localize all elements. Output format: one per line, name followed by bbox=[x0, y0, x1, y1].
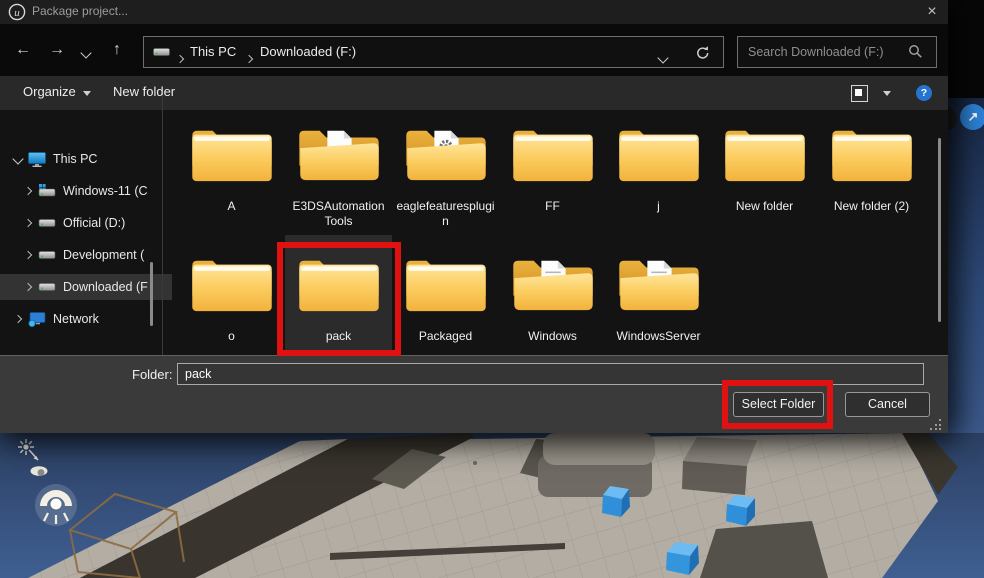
folder-item-o[interactable]: o bbox=[178, 235, 285, 352]
folder-item-new-folder-2[interactable]: New folder (2) bbox=[818, 105, 925, 222]
windows-drive-icon bbox=[38, 184, 56, 198]
forward-button[interactable]: → bbox=[46, 38, 68, 62]
folder-label: E3DSAutomation Tools bbox=[285, 199, 392, 237]
refresh-icon[interactable] bbox=[694, 44, 712, 62]
cancel-button[interactable]: Cancel bbox=[845, 392, 930, 417]
pane-divider bbox=[162, 95, 163, 355]
folder-item-a[interactable]: A bbox=[178, 105, 285, 222]
navigation-bar: ← → ↑ This PC Downloaded (F:) bbox=[0, 24, 948, 76]
organize-button[interactable]: Organize bbox=[23, 84, 91, 99]
chevron-down-icon[interactable] bbox=[12, 155, 24, 163]
files-scrollbar[interactable] bbox=[938, 138, 941, 322]
drive-icon bbox=[38, 248, 56, 262]
skylight-sprite-icon[interactable] bbox=[35, 484, 77, 526]
folder-label: Windows bbox=[499, 329, 606, 352]
folder-field-label: Folder: bbox=[132, 367, 172, 382]
network-icon bbox=[28, 312, 46, 327]
sidebar-item-official-d[interactable]: Official (D:) bbox=[0, 210, 182, 236]
box2-front bbox=[682, 461, 747, 495]
breadcrumb-chevron-icon bbox=[177, 49, 183, 67]
screen: ↗ bbox=[0, 0, 984, 578]
folder-item-new-folder[interactable]: New folder bbox=[711, 105, 818, 222]
breadcrumb-chevron-icon bbox=[246, 49, 252, 67]
chevron-right-icon[interactable] bbox=[22, 252, 34, 258]
annotation-box-select-folder bbox=[722, 380, 833, 429]
breadcrumb-downloaded-f[interactable]: Downloaded (F:) bbox=[260, 44, 356, 59]
this-pc-icon bbox=[28, 152, 46, 167]
folder-item-j[interactable]: j bbox=[605, 105, 712, 222]
help-button[interactable]: ? bbox=[916, 85, 932, 101]
sidebar-item-network[interactable]: Network bbox=[0, 306, 172, 332]
back-button[interactable]: ← bbox=[12, 38, 34, 62]
sidebar-item-this-pc[interactable]: This PC bbox=[0, 146, 172, 172]
close-button[interactable]: × bbox=[920, 2, 944, 22]
folder-item-eaglefeaturesplugin[interactable]: eaglefeaturesplugin bbox=[392, 105, 499, 237]
sidebar-scrollbar[interactable] bbox=[150, 262, 153, 326]
organize-caret-icon bbox=[83, 91, 91, 96]
view-dropdown-caret-icon[interactable] bbox=[883, 91, 891, 96]
chevron-right-icon[interactable] bbox=[22, 188, 34, 194]
folder-item-ff[interactable]: FF bbox=[499, 105, 606, 222]
folder-label: Packaged bbox=[392, 329, 499, 352]
rounded-box-top bbox=[543, 433, 655, 465]
new-folder-button[interactable]: New folder bbox=[113, 84, 175, 99]
up-button[interactable]: ↑ bbox=[106, 38, 128, 62]
unreal-viewport-scene bbox=[0, 433, 984, 578]
breadcrumb-this-pc[interactable]: This PC bbox=[190, 44, 236, 59]
dialog-title: Package project... bbox=[32, 4, 128, 18]
folder-label: WindowsServer bbox=[605, 329, 712, 352]
folder-label: New folder (2) bbox=[818, 199, 925, 222]
drive-icon bbox=[38, 280, 56, 294]
resize-grip[interactable] bbox=[930, 419, 942, 431]
folder-label: j bbox=[605, 199, 712, 222]
address-dropdown-chevron[interactable] bbox=[659, 49, 667, 67]
view-mode-icon[interactable] bbox=[851, 85, 868, 102]
drive-icon bbox=[38, 216, 56, 230]
pebble bbox=[473, 461, 477, 465]
folder-item-packaged[interactable]: Packaged bbox=[392, 235, 499, 352]
chevron-right-icon[interactable] bbox=[22, 284, 34, 290]
folder-label: New folder bbox=[711, 199, 818, 222]
folder-item-windowsserver[interactable]: WindowsServer bbox=[605, 235, 712, 352]
folder-label: o bbox=[178, 329, 285, 352]
dialog-titlebar[interactable]: u Package project... × bbox=[0, 0, 948, 24]
sidebar-item-development[interactable]: Development ( bbox=[0, 242, 182, 268]
drive-icon bbox=[153, 45, 170, 58]
search-icon[interactable] bbox=[908, 44, 923, 59]
sidebar-item-downloaded[interactable]: Downloaded (F bbox=[0, 274, 172, 300]
folder-item-e3dsautomation-tools[interactable]: E3DSAutomation Tools bbox=[285, 105, 392, 237]
unreal-logo-icon: u bbox=[8, 3, 26, 21]
search-input[interactable] bbox=[746, 38, 906, 66]
dialog-body: This PC Windows-11 (C Official ( bbox=[0, 110, 948, 355]
address-bar[interactable]: This PC Downloaded (F:) bbox=[143, 36, 724, 68]
recent-locations-chevron[interactable] bbox=[82, 44, 90, 62]
chevron-right-icon[interactable] bbox=[22, 220, 34, 226]
folder-label: FF bbox=[499, 199, 606, 222]
folder-label: A bbox=[178, 199, 285, 222]
dark-platform bbox=[700, 521, 828, 578]
svg-text:u: u bbox=[14, 7, 20, 19]
file-dialog: u Package project... × ← → ↑ This PC Dow… bbox=[0, 0, 948, 433]
folder-item-windows[interactable]: Windows bbox=[499, 235, 606, 352]
expand-viewport-button[interactable]: ↗ bbox=[960, 104, 984, 130]
annotation-box-pack-folder bbox=[277, 242, 401, 356]
sidebar-item-windows-11[interactable]: Windows-11 (C bbox=[0, 178, 182, 204]
folder-label: eaglefeaturesplugin bbox=[392, 199, 499, 237]
search-box[interactable] bbox=[737, 36, 937, 68]
chevron-right-icon[interactable] bbox=[12, 316, 24, 322]
